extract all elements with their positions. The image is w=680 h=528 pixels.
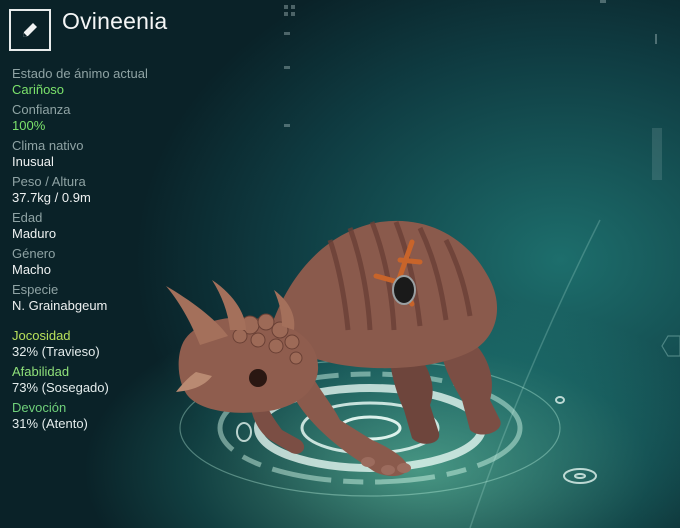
- stat-species: Especie N. Grainabgeum: [12, 282, 242, 314]
- stat-weight-height: Peso / Altura 37.7kg / 0.9m: [12, 174, 242, 206]
- hexagon-marker: [661, 335, 680, 357]
- trait-devotion: Devoción 31% (Atento): [12, 400, 242, 432]
- trait-label: Afabilidad: [12, 364, 70, 379]
- trait-value: 73% (Sosegado): [12, 380, 109, 395]
- trait-value: 31% (Atento): [12, 416, 88, 431]
- stat-value: Inusual: [12, 154, 54, 169]
- stat-label: Estado de ánimo actual: [12, 66, 148, 81]
- creature-stats: Estado de ánimo actual Cariñoso Confianz…: [12, 66, 242, 314]
- trait-value: 32% (Travieso): [12, 344, 100, 359]
- stat-value: N. Grainabgeum: [12, 298, 108, 313]
- trait-playfulness: Jocosidad 32% (Travieso): [12, 328, 242, 360]
- stat-value: Maduro: [12, 226, 57, 241]
- background-glyphs: [284, 0, 662, 180]
- stat-label: Edad: [12, 210, 43, 225]
- stat-mood: Estado de ánimo actual Cariñoso: [12, 66, 242, 98]
- trait-friendliness: Afabilidad 73% (Sosegado): [12, 364, 242, 396]
- creature-name: Ovineenia: [62, 8, 168, 34]
- stat-value: 100%: [12, 118, 46, 133]
- stat-value: 37.7kg / 0.9m: [12, 190, 91, 205]
- trait-label: Jocosidad: [12, 328, 71, 343]
- stat-gender: Género Macho: [12, 246, 242, 278]
- stat-label: Confianza: [12, 102, 71, 117]
- stat-label: Especie: [12, 282, 59, 297]
- trait-label: Devoción: [12, 400, 67, 415]
- pencil-icon: [23, 23, 37, 37]
- stat-value: Macho: [12, 262, 52, 277]
- stat-label: Peso / Altura: [12, 174, 86, 189]
- edit-name-button[interactable]: [9, 9, 51, 51]
- stat-age: Edad Maduro: [12, 210, 242, 242]
- creature-traits: Jocosidad 32% (Travieso) Afabilidad 73% …: [12, 328, 242, 432]
- stat-value: Cariñoso: [12, 82, 65, 97]
- stat-climate: Clima nativo Inusual: [12, 138, 242, 170]
- stat-label: Clima nativo: [12, 138, 84, 153]
- stat-trust: Confianza 100%: [12, 102, 242, 134]
- stat-label: Género: [12, 246, 56, 261]
